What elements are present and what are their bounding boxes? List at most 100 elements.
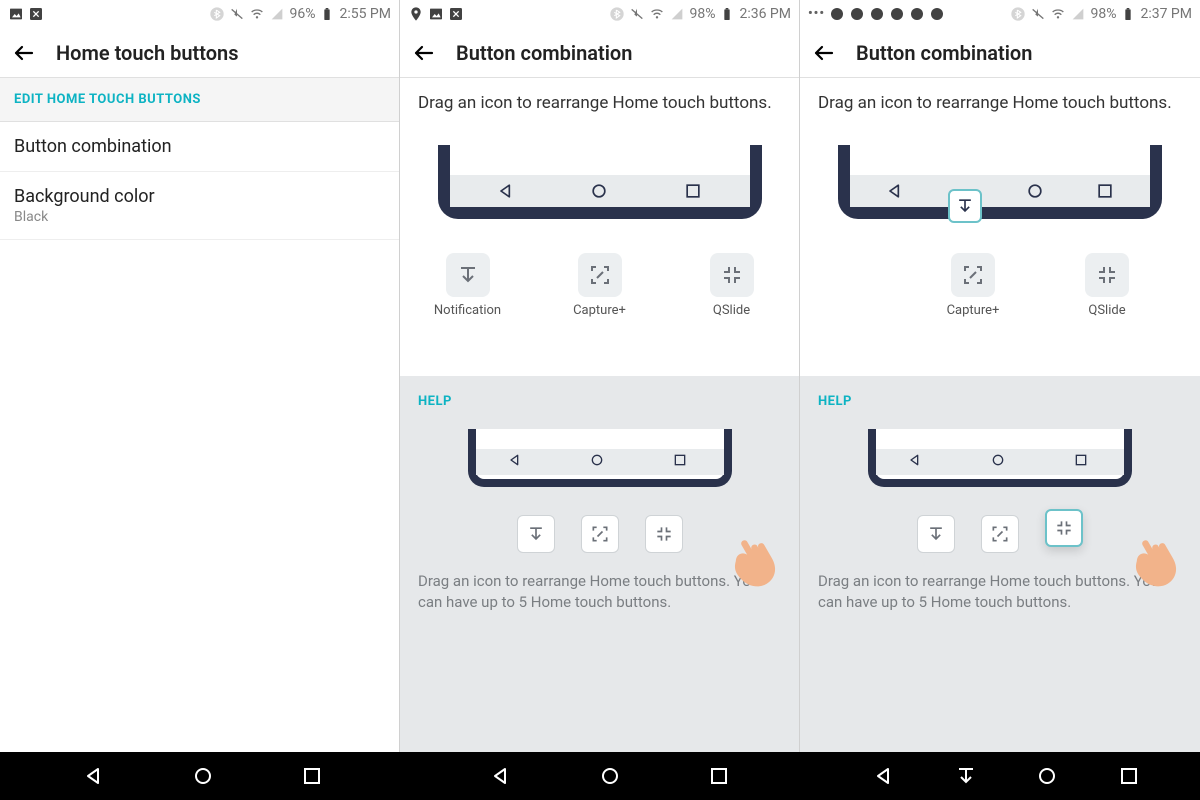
- signal-icon: [269, 6, 285, 22]
- back-button[interactable]: [812, 41, 836, 65]
- sys-recent-button[interactable]: [705, 762, 733, 790]
- capture-icon[interactable]: [951, 253, 995, 297]
- battery-icon: [719, 6, 735, 22]
- mute-icon: [1030, 6, 1046, 22]
- pool-label: Capture+: [947, 303, 1000, 318]
- setting-title: Button combination: [14, 136, 385, 157]
- signal-icon: [669, 6, 685, 22]
- setting-title: Background color: [14, 186, 385, 207]
- battery-icon: [1120, 6, 1136, 22]
- app-icon: [889, 6, 905, 22]
- nav-notification-icon[interactable]: [948, 189, 982, 223]
- image-notif-icon: [8, 6, 24, 22]
- mute-icon: [629, 6, 645, 22]
- back-button[interactable]: [12, 41, 36, 65]
- nav-recent-icon: [672, 452, 692, 472]
- sys-home-button[interactable]: [596, 762, 624, 790]
- help-capture-icon: [981, 515, 1019, 553]
- pool-capture[interactable]: Capture+: [568, 253, 632, 318]
- app-icon: [929, 6, 945, 22]
- intro-text: Drag an icon to rearrange Home touch but…: [800, 78, 1200, 123]
- intro-text: Drag an icon to rearrange Home touch but…: [400, 78, 799, 123]
- nav-back-icon[interactable]: [496, 181, 516, 201]
- page-title: Button combination: [856, 41, 1032, 65]
- sys-notification-button[interactable]: [952, 762, 980, 790]
- app-icon: [829, 6, 845, 22]
- sys-back-button[interactable]: [80, 762, 108, 790]
- pool-notification[interactable]: Notification: [436, 253, 500, 318]
- help-notification-icon: [517, 515, 555, 553]
- battery-text: 98%: [1090, 6, 1116, 22]
- sys-home-button[interactable]: [1033, 762, 1061, 790]
- battery-text: 98%: [689, 6, 715, 22]
- help-panel: HELP Drag an icon to rearrange Home touc…: [400, 376, 799, 752]
- bluetooth-icon: [1010, 6, 1026, 22]
- qslide-icon[interactable]: [1085, 253, 1129, 297]
- back-button[interactable]: [412, 41, 436, 65]
- app-icon: [869, 6, 885, 22]
- signal-icon: [1070, 6, 1086, 22]
- screen-home-touch-buttons: 96% 2:55 PM Home touch buttons EDIT HOME…: [0, 0, 400, 752]
- nav-preview: [820, 127, 1180, 249]
- wifi-icon: [249, 6, 265, 22]
- pool-capture[interactable]: Capture+: [941, 253, 1005, 318]
- notification-icon[interactable]: [446, 253, 490, 297]
- location-icon: [408, 6, 424, 22]
- help-text: Drag an icon to rearrange Home touch but…: [418, 571, 781, 613]
- setting-background-color[interactable]: Background color Black: [0, 172, 399, 240]
- app-bar: Button combination: [800, 28, 1200, 78]
- help-capture-icon: [581, 515, 619, 553]
- help-text: Drag an icon to rearrange Home touch but…: [818, 571, 1182, 613]
- section-header: EDIT HOME TOUCH BUTTONS: [0, 78, 399, 122]
- app-icon: [909, 6, 925, 22]
- nav-home-icon[interactable]: [589, 181, 609, 201]
- pool-qslide[interactable]: QSlide: [700, 253, 764, 318]
- close-notif-icon: [448, 6, 464, 22]
- sys-back-button[interactable]: [870, 762, 898, 790]
- setting-subtitle: Black: [14, 209, 385, 225]
- capture-icon[interactable]: [578, 253, 622, 297]
- help-notification-icon: [917, 515, 955, 553]
- nav-back-icon: [507, 452, 527, 472]
- pool-label: Capture+: [573, 303, 626, 318]
- clock-text: 2:36 PM: [739, 6, 791, 22]
- nav-recent-icon: [1073, 452, 1093, 472]
- close-notif-icon: [28, 6, 44, 22]
- sys-recent-button[interactable]: [1115, 762, 1143, 790]
- nav-home-icon[interactable]: [1025, 181, 1045, 201]
- nav-recent-icon[interactable]: [1095, 181, 1115, 201]
- icon-pool: Notification Capture+ QSlide: [400, 253, 799, 318]
- pool-label: QSlide: [713, 303, 750, 318]
- app-icon: [849, 6, 865, 22]
- nav-back-icon: [907, 452, 927, 472]
- nav-preview: [420, 127, 780, 249]
- pool-qslide[interactable]: QSlide: [1075, 253, 1139, 318]
- sys-home-button[interactable]: [189, 762, 217, 790]
- nav-back-icon[interactable]: [885, 181, 905, 201]
- wifi-icon: [1050, 6, 1066, 22]
- nav-recent-icon[interactable]: [683, 181, 703, 201]
- clock-text: 2:55 PM: [339, 6, 391, 22]
- nav-home-icon: [990, 452, 1010, 472]
- help-panel: HELP Drag an icon to rearrange Home touc…: [800, 376, 1200, 752]
- help-title: HELP: [818, 394, 1182, 409]
- battery-text: 96%: [289, 6, 315, 22]
- battery-icon: [319, 6, 335, 22]
- qslide-icon[interactable]: [710, 253, 754, 297]
- setting-button-combination[interactable]: Button combination: [0, 122, 399, 172]
- help-qslide-icon: [1045, 509, 1083, 547]
- sys-recent-button[interactable]: [298, 762, 326, 790]
- status-bar: 96% 2:55 PM: [0, 0, 399, 28]
- app-bar: Home touch buttons: [0, 28, 399, 78]
- nav-home-icon: [589, 452, 609, 472]
- overflow-icon: •••: [808, 6, 825, 22]
- app-bar: Button combination: [400, 28, 799, 78]
- pool-label: Notification: [434, 303, 501, 318]
- screen-button-combination: 98% 2:36 PM Button combination Drag an i…: [400, 0, 800, 752]
- page-title: Home touch buttons: [56, 41, 238, 65]
- sys-back-button[interactable]: [487, 762, 515, 790]
- system-nav-row: [0, 752, 1200, 800]
- image-notif-icon: [428, 6, 444, 22]
- pool-label: QSlide: [1088, 303, 1125, 318]
- icon-pool: Capture+ QSlide: [800, 253, 1200, 318]
